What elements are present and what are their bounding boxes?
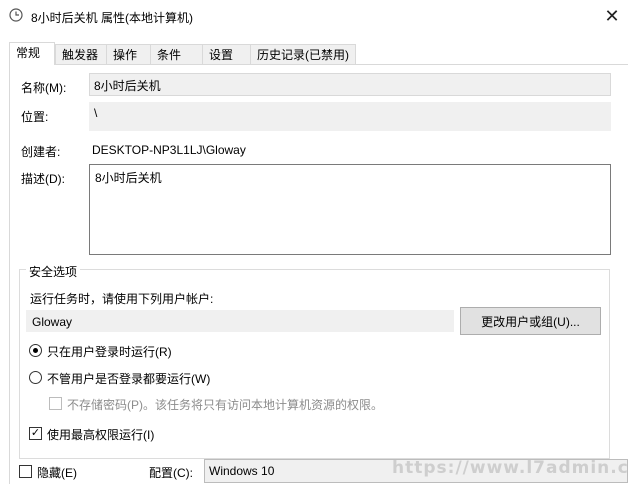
close-button[interactable]: ✕ — [596, 0, 628, 33]
no-store-password-checkbox — [49, 397, 62, 410]
name-field[interactable]: 8小时后关机 — [89, 73, 611, 96]
hidden-checkbox[interactable] — [19, 465, 32, 478]
name-label: 名称(M): — [21, 81, 67, 95]
watermark-text: https://www.l7admin.cc — [392, 458, 628, 478]
checkmark-icon: ✓ — [30, 427, 41, 439]
user-account-field: Gloway — [26, 310, 454, 332]
tab-strip: 常规 触发器 操作 条件 设置 历史记录(已禁用) — [0, 42, 628, 65]
tab-actions[interactable]: 操作 — [106, 44, 151, 64]
location-field: \ — [89, 102, 611, 131]
description-textarea[interactable]: 8小时后关机 — [89, 164, 611, 255]
highest-privileges-checkbox[interactable]: ✓ — [29, 427, 42, 440]
highest-privileges-label[interactable]: 使用最高权限运行(I) — [47, 426, 154, 443]
security-options-title: 安全选项 — [26, 263, 81, 280]
description-label: 描述(D): — [21, 172, 65, 186]
title-bar: 8小时后关机 属性(本地计算机) ✕ — [0, 0, 628, 33]
no-store-password-label: 不存储密码(P)。该任务将只有访问本地计算机资源的权限。 — [67, 398, 383, 412]
tab-history[interactable]: 历史记录(已禁用) — [250, 44, 356, 64]
author-value: DESKTOP-NP3L1LJ\Gloway — [92, 143, 246, 157]
tab-settings[interactable]: 设置 — [202, 44, 251, 64]
window-title: 8小时后关机 属性(本地计算机) — [31, 11, 194, 25]
change-user-button[interactable]: 更改用户或组(U)... — [460, 307, 601, 335]
tab-conditions[interactable]: 条件 — [150, 44, 203, 64]
config-label: 配置(C): — [149, 466, 193, 480]
hidden-label[interactable]: 隐藏(E) — [37, 464, 77, 481]
location-label: 位置: — [21, 110, 49, 124]
tab-triggers[interactable]: 触发器 — [55, 44, 107, 64]
radio-run-logged-on[interactable] — [29, 344, 42, 357]
run-as-prompt: 运行任务时，请使用下列用户帐户: — [30, 292, 214, 306]
radio-run-any-label[interactable]: 不管用户是否登录都要运行(W) — [47, 370, 210, 387]
close-icon: ✕ — [604, 6, 620, 26]
author-label: 创建者: — [21, 145, 61, 159]
tab-general[interactable]: 常规 — [9, 42, 55, 65]
clock-icon — [9, 8, 23, 22]
radio-run-logged-on-label[interactable]: 只在用户登录时运行(R) — [47, 343, 172, 360]
radio-run-any[interactable] — [29, 371, 42, 384]
